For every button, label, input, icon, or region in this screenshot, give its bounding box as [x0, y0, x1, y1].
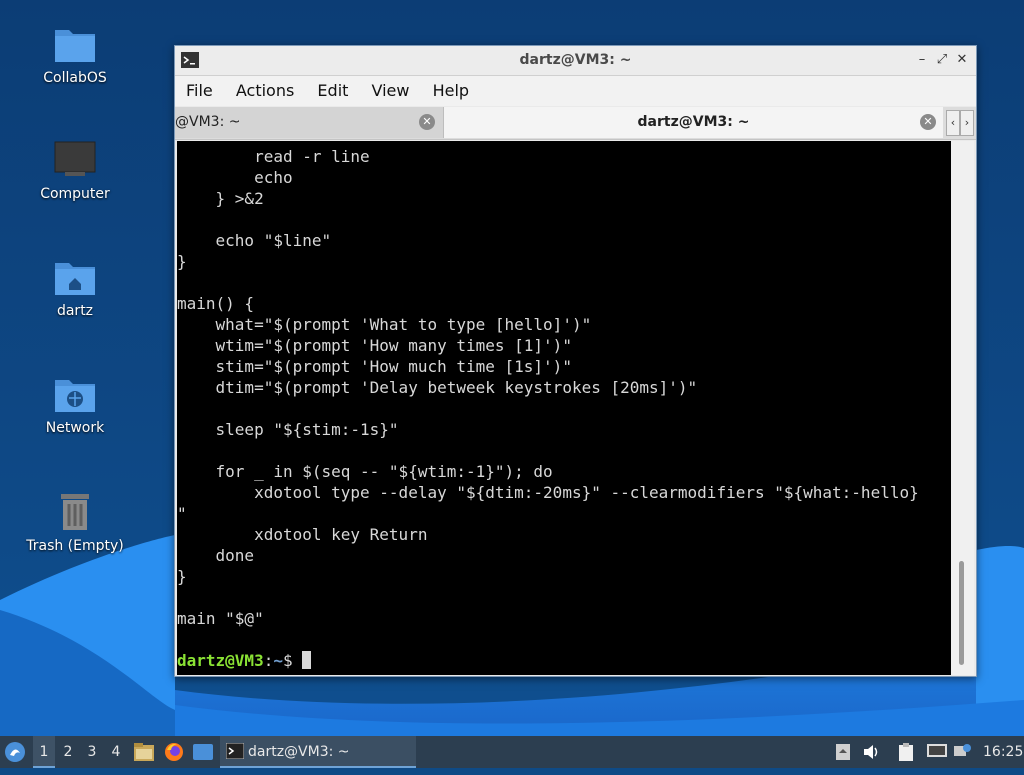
workspace-2[interactable]: 2	[57, 736, 79, 768]
network-status-icon	[954, 744, 971, 756]
tray-network[interactable]	[954, 736, 974, 768]
scrollbar-thumb[interactable]	[959, 561, 964, 665]
taskbar: 1 2 3 4 dartz@VM3: ~ 16:25	[0, 736, 1024, 768]
terminal-line: read -r line	[177, 147, 370, 166]
tab-label: @VM3: ~	[175, 114, 241, 130]
terminal-line: main "$@"	[177, 609, 264, 628]
terminal-line: for _ in $(seq -- "${wtim:-1}"); do	[177, 462, 553, 481]
close-button[interactable]: ✕	[953, 51, 971, 69]
monitor-icon	[54, 141, 96, 176]
terminal-line: stim="$(prompt 'How much time [1s]')"	[177, 357, 572, 376]
minimize-button[interactable]: –	[913, 51, 931, 69]
terminal-line: xdotool key Return	[177, 525, 428, 544]
network-folder-icon	[55, 380, 95, 412]
terminal-line: "	[177, 504, 187, 523]
workspace-4[interactable]: 4	[105, 736, 127, 768]
terminal-prompt[interactable]: dartz@VM3:~$	[177, 650, 312, 671]
desktop-icon-label: dartz	[56, 303, 94, 319]
terminal-line: }	[177, 567, 187, 586]
menu-help[interactable]: Help	[424, 76, 478, 106]
trash-icon	[61, 494, 89, 530]
terminal-line: } >&2	[177, 189, 264, 208]
maximize-button[interactable]: ⤢	[933, 51, 951, 69]
desktop-icon-network[interactable]: Network	[10, 374, 140, 436]
terminal-icon	[226, 743, 244, 759]
prompt-symbol: $	[282, 651, 303, 670]
desktop-icon-collabos[interactable]: CollabOS	[10, 24, 140, 86]
terminal-line: wtim="$(prompt 'How many times [1]')"	[177, 336, 572, 355]
firefox-icon	[165, 743, 183, 761]
terminal-line: xdotool type --delay "${dtim:-20ms}" --c…	[177, 483, 919, 502]
desktop-icon-dartz[interactable]: dartz	[10, 257, 140, 319]
tray-volume[interactable]	[863, 736, 883, 768]
distro-logo-icon	[5, 742, 25, 762]
clipboard-icon	[899, 743, 913, 761]
terminal-line: echo "$line"	[177, 231, 332, 250]
tray-display[interactable]	[927, 736, 949, 768]
terminal-line: dtim="$(prompt 'Delay betweek keystrokes…	[177, 378, 698, 397]
volume-icon	[864, 745, 878, 759]
tab-2[interactable]: dartz@VM3: ~ ✕	[444, 107, 943, 138]
prompt-separator: :	[263, 651, 274, 670]
desktop-icon	[193, 744, 213, 760]
terminal-line: done	[177, 546, 255, 565]
clock[interactable]: 16:25	[983, 736, 1023, 768]
terminal-line: main() {	[177, 294, 255, 313]
terminal-line: what="$(prompt 'What to type [hello]')"	[177, 315, 592, 334]
launcher-show-desktop[interactable]	[193, 736, 215, 768]
terminal-cursor	[302, 651, 312, 669]
home-folder-icon	[55, 263, 95, 295]
menu-actions[interactable]: Actions	[227, 76, 303, 106]
desktop-icon-label: Network	[45, 420, 105, 436]
window-title: dartz@VM3: ~	[519, 52, 632, 68]
task-label: dartz@VM3: ~	[248, 744, 350, 760]
tab-close-icon[interactable]: ✕	[920, 114, 936, 130]
menu-view[interactable]: View	[363, 76, 419, 106]
terminal-window: dartz@VM3: ~ – ⤢ ✕ File Actions Edit Vie…	[174, 45, 977, 677]
terminal-scrollbar[interactable]	[951, 141, 974, 675]
folder-icon	[55, 30, 95, 62]
tab-bar: @VM3: ~ ✕ dartz@VM3: ~ ✕ ‹ ›	[175, 107, 976, 140]
menu-file[interactable]: File	[175, 76, 222, 106]
tray-clipboard[interactable]	[898, 736, 918, 768]
menu-bar: File Actions Edit View Help	[175, 76, 976, 106]
menu-edit[interactable]: Edit	[308, 76, 357, 106]
desktop-icon-trash[interactable]: Trash (Empty)	[10, 490, 140, 554]
prompt-path: ~	[273, 651, 283, 670]
launcher-files[interactable]	[134, 736, 156, 768]
tab-label: dartz@VM3: ~	[637, 114, 750, 130]
taskbar-task-terminal[interactable]: dartz@VM3: ~	[220, 736, 416, 768]
display-icon	[927, 744, 947, 757]
file-manager-icon	[134, 743, 154, 761]
prompt-user: dartz@VM3	[177, 651, 264, 670]
desktop-icon-computer[interactable]: Computer	[10, 140, 140, 202]
app-menu-button[interactable]	[4, 736, 30, 768]
desktop-icon-label: Trash (Empty)	[26, 538, 124, 554]
terminal-output[interactable]: read -r line echo } >&2 echo "$line"} mai…	[177, 141, 951, 675]
terminal-line: echo	[177, 168, 293, 187]
tab-1[interactable]: @VM3: ~ ✕	[175, 107, 444, 138]
workspace-1[interactable]: 1	[33, 736, 55, 768]
tab-scroll-left-icon[interactable]: ‹	[946, 110, 960, 136]
update-icon	[836, 744, 850, 760]
workspace-3[interactable]: 3	[81, 736, 103, 768]
desktop-icon-label: CollabOS	[43, 70, 107, 86]
tray-updates[interactable]	[836, 736, 852, 768]
desktop-icon-label: Computer	[40, 186, 110, 202]
launcher-firefox[interactable]	[164, 736, 186, 768]
terminal-line: }	[177, 252, 187, 271]
tab-close-icon[interactable]: ✕	[419, 114, 435, 130]
tab-scroll-right-icon[interactable]: ›	[960, 110, 974, 136]
window-titlebar[interactable]: dartz@VM3: ~ – ⤢ ✕	[175, 46, 976, 76]
terminal-line: sleep "${stim:-1s}"	[177, 420, 399, 439]
